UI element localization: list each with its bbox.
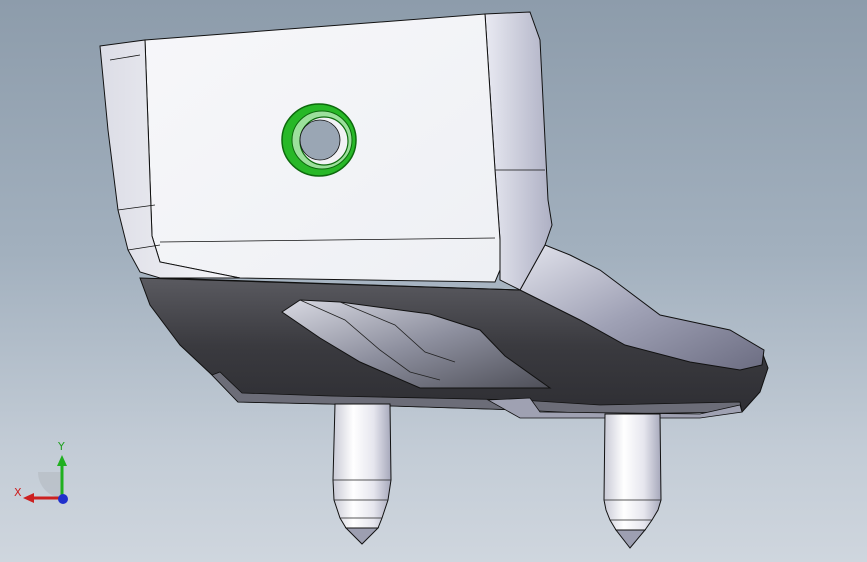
graphics-viewport[interactable]: Y X	[0, 0, 867, 562]
triad-plane-icon	[37, 472, 62, 498]
orientation-triad: Y X	[14, 440, 68, 504]
triad-y-label: Y	[57, 440, 65, 453]
triad-z-axis-icon	[58, 494, 68, 504]
triad-y-arrow-icon	[57, 455, 67, 466]
highlighted-hole[interactable]	[281, 103, 357, 177]
triad-x-label: X	[14, 486, 22, 499]
locating-pin-left[interactable]	[332, 403, 392, 545]
cad-part-model[interactable]	[0, 0, 867, 562]
triad-x-arrow-icon	[23, 493, 34, 503]
locating-pin-right[interactable]	[603, 413, 662, 549]
